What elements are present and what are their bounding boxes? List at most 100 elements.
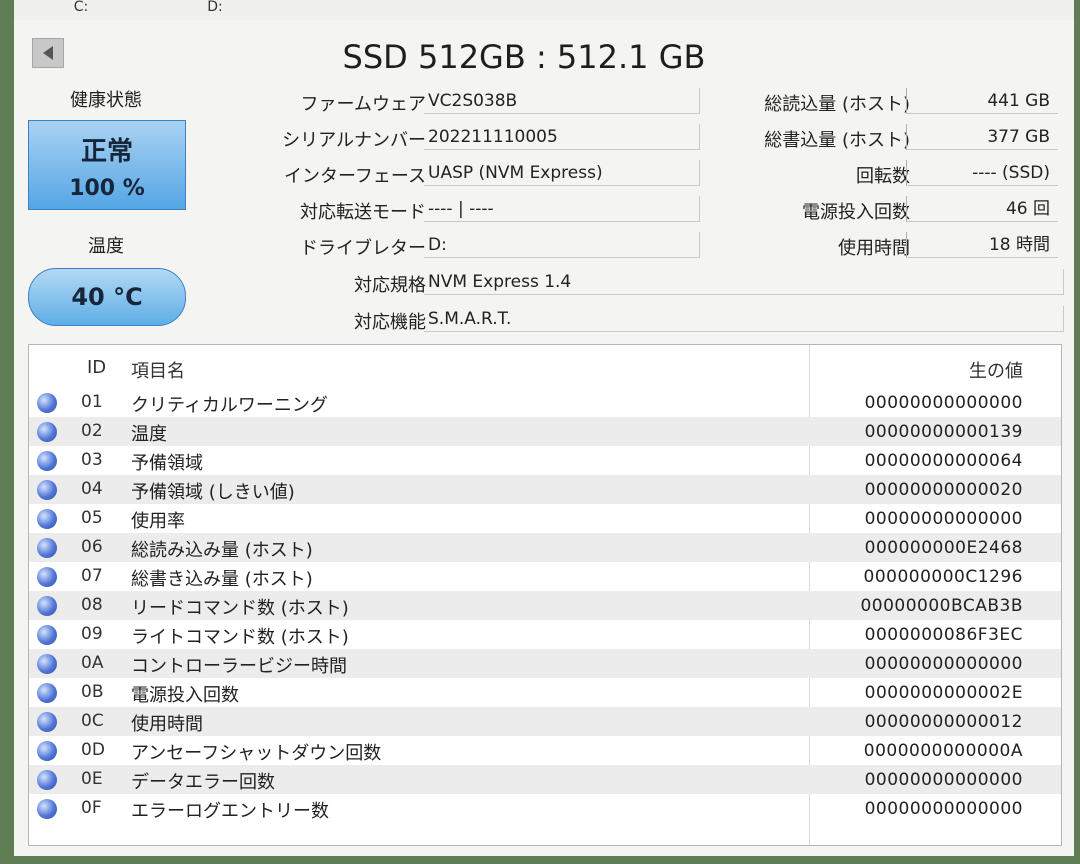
header-name[interactable]: 項目名 <box>131 357 185 383</box>
status-dot-icon <box>37 799 57 819</box>
status-dot-icon <box>37 480 57 500</box>
tab-drive-c[interactable]: C: <box>14 0 148 20</box>
row-name: 総書き込み量 (ホスト) <box>131 569 313 590</box>
table-row[interactable]: 01 クリティカルワーニング 00000000000000 <box>29 388 1061 417</box>
row-name: ライトコマンド数 (ホスト) <box>131 627 349 648</box>
row-name: エラーログエントリー数 <box>131 801 329 822</box>
row-raw-value: 00000000000000 <box>864 799 1023 819</box>
rotation-value: ---- (SSD) <box>906 160 1058 186</box>
status-dot-icon <box>37 422 57 442</box>
table-row[interactable]: 0D アンセーフシャットダウン回数 0000000000000A <box>29 736 1061 765</box>
health-status-box[interactable]: 正常 100 % <box>28 120 186 210</box>
power-on-count-value: 46 回 <box>906 196 1058 222</box>
smart-table-header: ID 項目名 生の値 <box>29 345 1061 845</box>
row-name: アンセーフシャットダウン回数 <box>131 743 382 764</box>
disk-title: SSD 512GB : 512.1 GB <box>342 38 706 76</box>
power-on-hours-value: 18 時間 <box>906 232 1058 258</box>
total-reads-value: 441 GB <box>906 88 1058 114</box>
row-raw-value: 0000000000002E <box>864 683 1023 703</box>
status-dot-icon <box>37 741 57 761</box>
row-id: 0C <box>81 711 104 731</box>
row-id: 03 <box>81 450 103 470</box>
total-writes-value: 377 GB <box>906 124 1058 150</box>
row-raw-value: 00000000BCAB3B <box>860 596 1023 616</box>
status-dot-icon <box>37 509 57 529</box>
total-writes-label: 総書込量 (ホスト) <box>764 130 910 151</box>
table-row[interactable]: 02 温度 00000000000139 <box>29 417 1061 446</box>
features-label: 対応機能 <box>354 312 426 333</box>
health-percent: 100 % <box>69 176 145 201</box>
table-row[interactable]: 08 リードコマンド数 (ホスト) 00000000BCAB3B <box>29 591 1061 620</box>
smart-table[interactable]: ID 項目名 生の値 01 クリティカルワーニング 00000000000000 02… <box>28 344 1062 846</box>
row-name: クリティカルワーニング <box>131 395 328 416</box>
row-raw-value: 00000000000000 <box>864 654 1023 674</box>
row-id: 0B <box>81 682 104 702</box>
table-row[interactable]: 0C 使用時間 00000000000012 <box>29 707 1061 736</box>
row-id: 02 <box>81 421 103 441</box>
row-raw-value: 00000000000064 <box>864 451 1023 471</box>
status-dot-icon <box>37 596 57 616</box>
row-raw-value: 000000000E2468 <box>864 538 1023 558</box>
table-row[interactable]: 03 予備領域 00000000000064 <box>29 446 1061 475</box>
features-value: S.M.A.R.T. <box>424 306 1064 332</box>
temperature-label: 温度 <box>88 236 124 257</box>
status-dot-icon <box>37 712 57 732</box>
row-name: 予備領域 (しきい値) <box>131 482 295 503</box>
interface-label: インターフェース <box>283 166 426 187</box>
row-raw-value: 00000000000000 <box>864 393 1023 413</box>
table-row[interactable]: 0B 電源投入回数 0000000000002E <box>29 678 1061 707</box>
header-id[interactable]: ID <box>87 357 106 378</box>
row-id: 0F <box>81 798 102 818</box>
row-id: 0A <box>81 653 104 673</box>
previous-disk-button[interactable] <box>32 38 64 68</box>
health-status-text: 正常 <box>80 137 133 167</box>
table-row[interactable]: 0A コントローラービジー時間 00000000000000 <box>29 649 1061 678</box>
row-name: データエラー回数 <box>131 772 275 793</box>
temperature-box[interactable]: 40 °C <box>28 268 186 326</box>
row-id: 0D <box>81 740 105 760</box>
status-dot-icon <box>37 451 57 471</box>
row-name: コントローラービジー時間 <box>131 656 347 677</box>
health-label: 健康状態 <box>70 90 142 111</box>
status-dot-icon <box>37 770 57 790</box>
table-row[interactable]: 06 総読み込み量 (ホスト) 000000000E2468 <box>29 533 1061 562</box>
tab-drive-d[interactable]: D: <box>148 0 282 22</box>
table-row[interactable]: 07 総書き込み量 (ホスト) 000000000C1296 <box>29 562 1061 591</box>
row-raw-value: 00000000000000 <box>864 509 1023 529</box>
table-row[interactable]: 04 予備領域 (しきい値) 00000000000020 <box>29 475 1061 504</box>
row-id: 09 <box>81 624 103 644</box>
status-dot-icon <box>37 393 57 413</box>
row-name: リードコマンド数 (ホスト) <box>131 598 349 619</box>
power-on-hours-label: 使用時間 <box>838 238 910 259</box>
row-raw-value: 00000000000012 <box>864 712 1023 732</box>
standard-label: 対応規格 <box>354 275 426 296</box>
transfer-mode-value: ---- | ---- <box>424 196 700 222</box>
row-raw-value: 00000000000020 <box>864 480 1023 500</box>
row-name: 総読み込み量 (ホスト) <box>131 540 313 561</box>
row-name: 使用時間 <box>131 714 203 735</box>
firmware-value: VC2S038B <box>424 88 700 114</box>
row-raw-value: 000000000C1296 <box>863 567 1023 587</box>
row-id: 07 <box>81 566 103 586</box>
header-raw[interactable]: 生の値 <box>969 357 1023 383</box>
table-row[interactable]: 05 使用率 00000000000000 <box>29 504 1061 533</box>
row-raw-value: 00000000000000 <box>864 770 1023 790</box>
status-dot-icon <box>37 538 57 558</box>
serial-label: シリアルナンバー <box>282 130 426 151</box>
table-row[interactable]: 0E データエラー回数 00000000000000 <box>29 765 1061 794</box>
arrow-left-icon <box>43 46 53 60</box>
transfer-mode-label: 対応転送モード <box>300 202 426 223</box>
row-name: 予備領域 <box>131 453 203 474</box>
power-on-count-label: 電源投入回数 <box>802 202 910 223</box>
table-row[interactable]: 09 ライトコマンド数 (ホスト) 0000000086F3EC <box>29 620 1061 649</box>
drive-letter-value: D: <box>424 232 700 258</box>
row-raw-value: 0000000000000A <box>863 741 1023 761</box>
disk-info-panel: SSD 512GB : 512.1 GB 健康状態 正常 100 % 温度 40… <box>14 20 1074 856</box>
row-id: 04 <box>81 479 103 499</box>
total-reads-label: 総読込量 (ホスト) <box>764 94 910 115</box>
row-raw-value: 0000000086F3EC <box>864 625 1023 645</box>
row-id: 06 <box>81 537 103 557</box>
standard-value: NVM Express 1.4 <box>424 269 1064 295</box>
row-id: 05 <box>81 508 103 528</box>
table-row[interactable]: 0F エラーログエントリー数 00000000000000 <box>29 794 1061 823</box>
